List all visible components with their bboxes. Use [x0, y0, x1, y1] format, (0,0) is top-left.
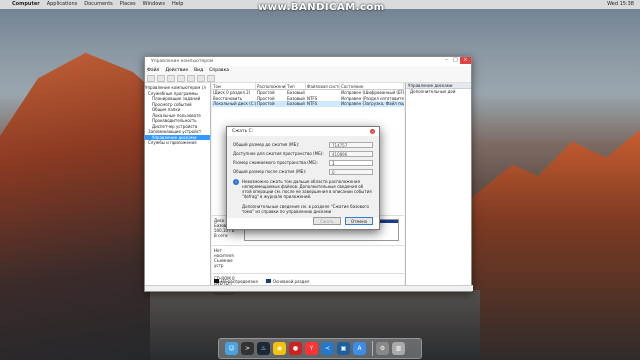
- field-value: 410896: [329, 150, 373, 157]
- chrome-icon[interactable]: ◉: [273, 342, 286, 355]
- disk-type: Съемное устр: [214, 258, 233, 268]
- actions-pane: Управление дисками Дополнительные дей: [405, 83, 471, 285]
- window-title: Управление компьютером: [151, 59, 214, 64]
- forward-icon[interactable]: [157, 74, 165, 82]
- removable-disk-panel[interactable]: Нет носителя Съемное устр: [212, 245, 404, 268]
- cell: NTFS: [307, 101, 318, 106]
- field-label: Общий размер до сжатия (МБ):: [233, 142, 300, 147]
- menu-documents[interactable]: Documents: [84, 0, 113, 9]
- dialog-titlebar[interactable]: Сжать C: ×: [227, 127, 379, 136]
- help-note: Дополнительные сведения см. в разделе "С…: [242, 204, 369, 214]
- col-type[interactable]: Тип: [286, 83, 306, 89]
- tree-item-root[interactable]: Управление компьютером (л: [145, 85, 210, 91]
- table-row[interactable]: Локальный диск (C:) Простой Базовый NTFS…: [212, 101, 404, 107]
- field-label: Общий размер после сжатия (МБ):: [233, 169, 307, 174]
- tree-item-services[interactable]: Службы и приложения: [145, 140, 210, 146]
- cell: Исправен (Загрузка, Файл подк: [341, 101, 404, 106]
- legend-primary: Основной раздел: [265, 279, 309, 284]
- up-icon[interactable]: [167, 74, 175, 82]
- record-icon[interactable]: ●: [289, 342, 302, 355]
- navigation-tree: Управление компьютером (л Служебные прог…: [145, 83, 211, 285]
- more-actions[interactable]: Дополнительные дей: [406, 89, 471, 95]
- field-value: 0: [329, 168, 373, 175]
- menu-help[interactable]: Help: [172, 0, 183, 9]
- shrink-dialog: Сжать C: × Общий размер до сжатия (МБ): …: [226, 126, 380, 230]
- col-location[interactable]: Расположение: [256, 83, 286, 89]
- menu-action[interactable]: Действие: [165, 68, 188, 73]
- cell: Базовый: [287, 101, 305, 106]
- appstore-icon[interactable]: A: [353, 342, 366, 355]
- settings-icon[interactable]: ⚙: [376, 342, 389, 355]
- shrink-size-input[interactable]: 1: [329, 159, 373, 166]
- field-shrink-size: Размер сжимаемого пространства (МБ): 1: [233, 158, 373, 167]
- maximize-button[interactable]: □: [451, 57, 460, 64]
- dock: ☺ > ♨ ◉ ● Y ≺ ▣ A ⚙ ▥: [218, 338, 422, 359]
- menu-file[interactable]: Файл: [147, 68, 159, 73]
- info-message: i Невозможно сжать том дальше области ра…: [233, 179, 373, 199]
- cancel-button[interactable]: Отмена: [345, 217, 373, 225]
- info-text: Невозможно сжать том дальше области расп…: [242, 179, 372, 199]
- dialog-buttons: Сжать Отмена: [309, 217, 373, 225]
- tree-item-storage[interactable]: Запоминающие устройст: [145, 129, 210, 135]
- virtualbox-icon[interactable]: ▣: [337, 342, 350, 355]
- info-icon: i: [233, 179, 239, 185]
- disk-label: Нет носителя Съемное устр: [214, 248, 242, 268]
- menu-app-name[interactable]: Computer: [12, 0, 40, 9]
- legend: Не распределена Основной раздел: [212, 277, 404, 285]
- refresh-icon[interactable]: [197, 74, 205, 82]
- menu-help-win[interactable]: Справка: [209, 68, 229, 73]
- disk-state: В сети: [214, 233, 228, 238]
- window-titlebar[interactable]: Управление компьютером – □ ×: [145, 57, 471, 66]
- dialog-title: Сжать C:: [232, 129, 254, 134]
- col-filesystem[interactable]: Файловая система: [306, 83, 340, 89]
- terminal-icon[interactable]: >: [241, 342, 254, 355]
- shrink-button[interactable]: Сжать: [313, 217, 341, 225]
- dialog-body: Общий размер до сжатия (МБ): 714757 Дост…: [227, 136, 379, 218]
- legend-unallocated: Не распределена: [214, 279, 258, 284]
- bandicam-watermark: www.BANDICAM.com: [258, 2, 385, 13]
- finder-icon[interactable]: ☺: [225, 342, 238, 355]
- yandex-icon[interactable]: Y: [305, 342, 318, 355]
- steam-icon[interactable]: ♨: [257, 342, 270, 355]
- col-volume[interactable]: Том: [212, 83, 256, 89]
- col-status[interactable]: Состояние: [340, 83, 404, 89]
- field-label: Доступное для сжатия пространство (МБ):: [233, 151, 324, 156]
- help-icon[interactable]: [187, 74, 195, 82]
- window-menu: Файл Действие Вид Справка: [145, 66, 471, 74]
- back-icon[interactable]: [147, 74, 155, 82]
- vscode-icon[interactable]: ≺: [321, 342, 334, 355]
- properties-icon[interactable]: [177, 74, 185, 82]
- menu-view[interactable]: Вид: [194, 68, 203, 73]
- dock-separator: [372, 341, 373, 356]
- menu-windows[interactable]: Windows: [143, 0, 165, 9]
- cell: Локальный диск (C:): [213, 101, 256, 106]
- close-button[interactable]: ×: [460, 57, 471, 64]
- field-value: 714757: [329, 141, 373, 148]
- menubar-clock[interactable]: Wed 15:38: [607, 0, 634, 9]
- field-total-after: Общий размер после сжатия (МБ): 0: [233, 167, 373, 176]
- field-available: Доступное для сжатия пространство (МБ): …: [233, 149, 373, 158]
- menu-applications[interactable]: Applications: [47, 0, 78, 9]
- field-label: Размер сжимаемого пространства (МБ):: [233, 160, 318, 165]
- table-header: Том Расположение Тип Файловая система Со…: [212, 83, 404, 90]
- menu-places[interactable]: Places: [120, 0, 136, 9]
- field-total-before: Общий размер до сжатия (МБ): 714757: [233, 140, 373, 149]
- disk-name: Нет носителя: [214, 248, 234, 258]
- status-bar: [145, 285, 473, 291]
- dialog-close-button[interactable]: ×: [370, 129, 375, 134]
- mountain-right: [470, 130, 640, 360]
- cell: Простой: [257, 101, 275, 106]
- minimize-button[interactable]: –: [442, 57, 451, 64]
- trash-icon[interactable]: ▥: [392, 342, 405, 355]
- toolbar: [145, 74, 471, 83]
- export-icon[interactable]: [207, 74, 215, 82]
